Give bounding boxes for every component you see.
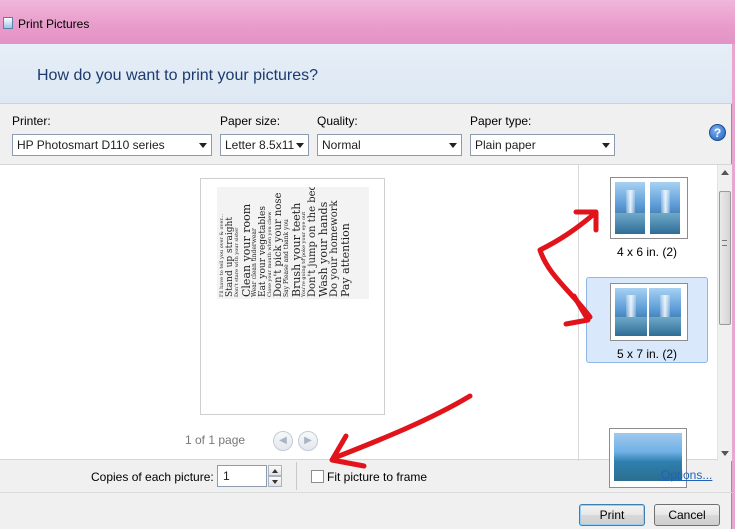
quality-value: Normal: [322, 138, 361, 152]
layouts-scrollbar[interactable]: [717, 165, 732, 461]
header-question: How do you want to print your pictures?: [37, 67, 319, 84]
arrow-left-icon: ◀: [279, 435, 287, 446]
footer-divider: [0, 492, 732, 493]
poster-text-line: Wear clean underwear: [251, 228, 258, 297]
layout-4x6[interactable]: 4 x 6 in. (2): [586, 170, 708, 260]
printer-value: HP Photosmart D110 series: [17, 138, 165, 152]
photo-thumbnail: [649, 288, 681, 336]
scroll-down-icon[interactable]: [721, 451, 729, 456]
quality-select[interactable]: Normal: [317, 134, 462, 156]
separator: [296, 462, 297, 490]
page-count: 1 of 1 page: [185, 433, 246, 447]
photo-thumbnail: [650, 182, 680, 234]
spin-up-icon: [272, 469, 278, 473]
layout-label: 5 x 7 in. (2): [616, 347, 678, 361]
poster-picture: I'll have to tell you over & over... Stan…: [217, 187, 369, 299]
layout-thumbnail: [610, 283, 688, 341]
help-icon[interactable]: ?: [709, 124, 726, 141]
cancel-button[interactable]: Cancel: [654, 504, 720, 526]
copies-decrement-button[interactable]: [268, 476, 282, 487]
chevron-down-icon: [602, 143, 610, 148]
poster-text-line: Don't pick your nose: [272, 192, 284, 297]
paper-type-select[interactable]: Plain paper: [470, 134, 615, 156]
page-preview: I'll have to tell you over & over... Stan…: [200, 178, 385, 415]
copies-input[interactable]: 1: [217, 465, 267, 487]
quality-label: Quality:: [317, 114, 358, 128]
fit-picture-checkbox[interactable]: [311, 470, 324, 483]
print-pictures-window: How do you want to print your pictures? …: [0, 44, 732, 529]
scrollbar-thumb[interactable]: [719, 191, 731, 325]
photo-thumbnail: [615, 182, 645, 234]
poster-text-line: Say Please and thank you: [283, 219, 290, 297]
options-link[interactable]: Options...: [661, 468, 712, 482]
divider: [578, 165, 579, 461]
paper-type-value: Plain paper: [475, 138, 536, 152]
previous-page-button[interactable]: ◀: [273, 431, 293, 451]
next-page-button[interactable]: ▶: [298, 431, 318, 451]
copies-increment-button[interactable]: [268, 465, 282, 476]
paper-size-select[interactable]: Letter 8.5x11: [220, 134, 309, 156]
paper-type-label: Paper type:: [470, 114, 532, 128]
poster-text-line: Don't jump on the bed: [306, 187, 318, 297]
header-banner: How do you want to print your pictures?: [0, 44, 732, 104]
print-button[interactable]: Print: [579, 504, 645, 526]
poster-text-line: Eat your vegetables: [257, 206, 268, 297]
copies-label: Copies of each picture:: [91, 470, 214, 484]
paper-size-value: Letter 8.5x11: [225, 138, 295, 152]
spin-down-icon: [272, 480, 278, 484]
photo-thumbnail: [615, 288, 647, 336]
print-pictures-app-icon: [3, 17, 13, 29]
scroll-up-icon[interactable]: [721, 170, 729, 175]
chevron-down-icon: [449, 143, 457, 148]
poster-text-line: Do your homework: [328, 200, 340, 297]
printer-select[interactable]: HP Photosmart D110 series: [12, 134, 212, 156]
title-bar: Print Pictures: [0, 0, 735, 44]
layout-thumbnail: [610, 177, 688, 239]
printer-label: Printer:: [12, 114, 51, 128]
window-title: Print Pictures: [18, 17, 90, 31]
fit-picture-label[interactable]: Fit picture to frame: [327, 470, 427, 484]
poster-text-line: Pay attention: [339, 223, 352, 297]
copies-value: 1: [223, 469, 230, 483]
chevron-down-icon: [296, 143, 304, 148]
layout-5x7[interactable]: 5 x 7 in. (2): [586, 277, 708, 363]
layout-label: 4 x 6 in. (2): [616, 245, 678, 259]
poster-text-line: Stand up straight: [224, 217, 235, 297]
chevron-down-icon: [199, 143, 207, 148]
grip-icon: [722, 240, 727, 246]
paper-size-label: Paper size:: [220, 114, 281, 128]
arrow-right-icon: ▶: [304, 435, 312, 446]
preview-area: I'll have to tell you over & over... Stan…: [0, 164, 732, 488]
